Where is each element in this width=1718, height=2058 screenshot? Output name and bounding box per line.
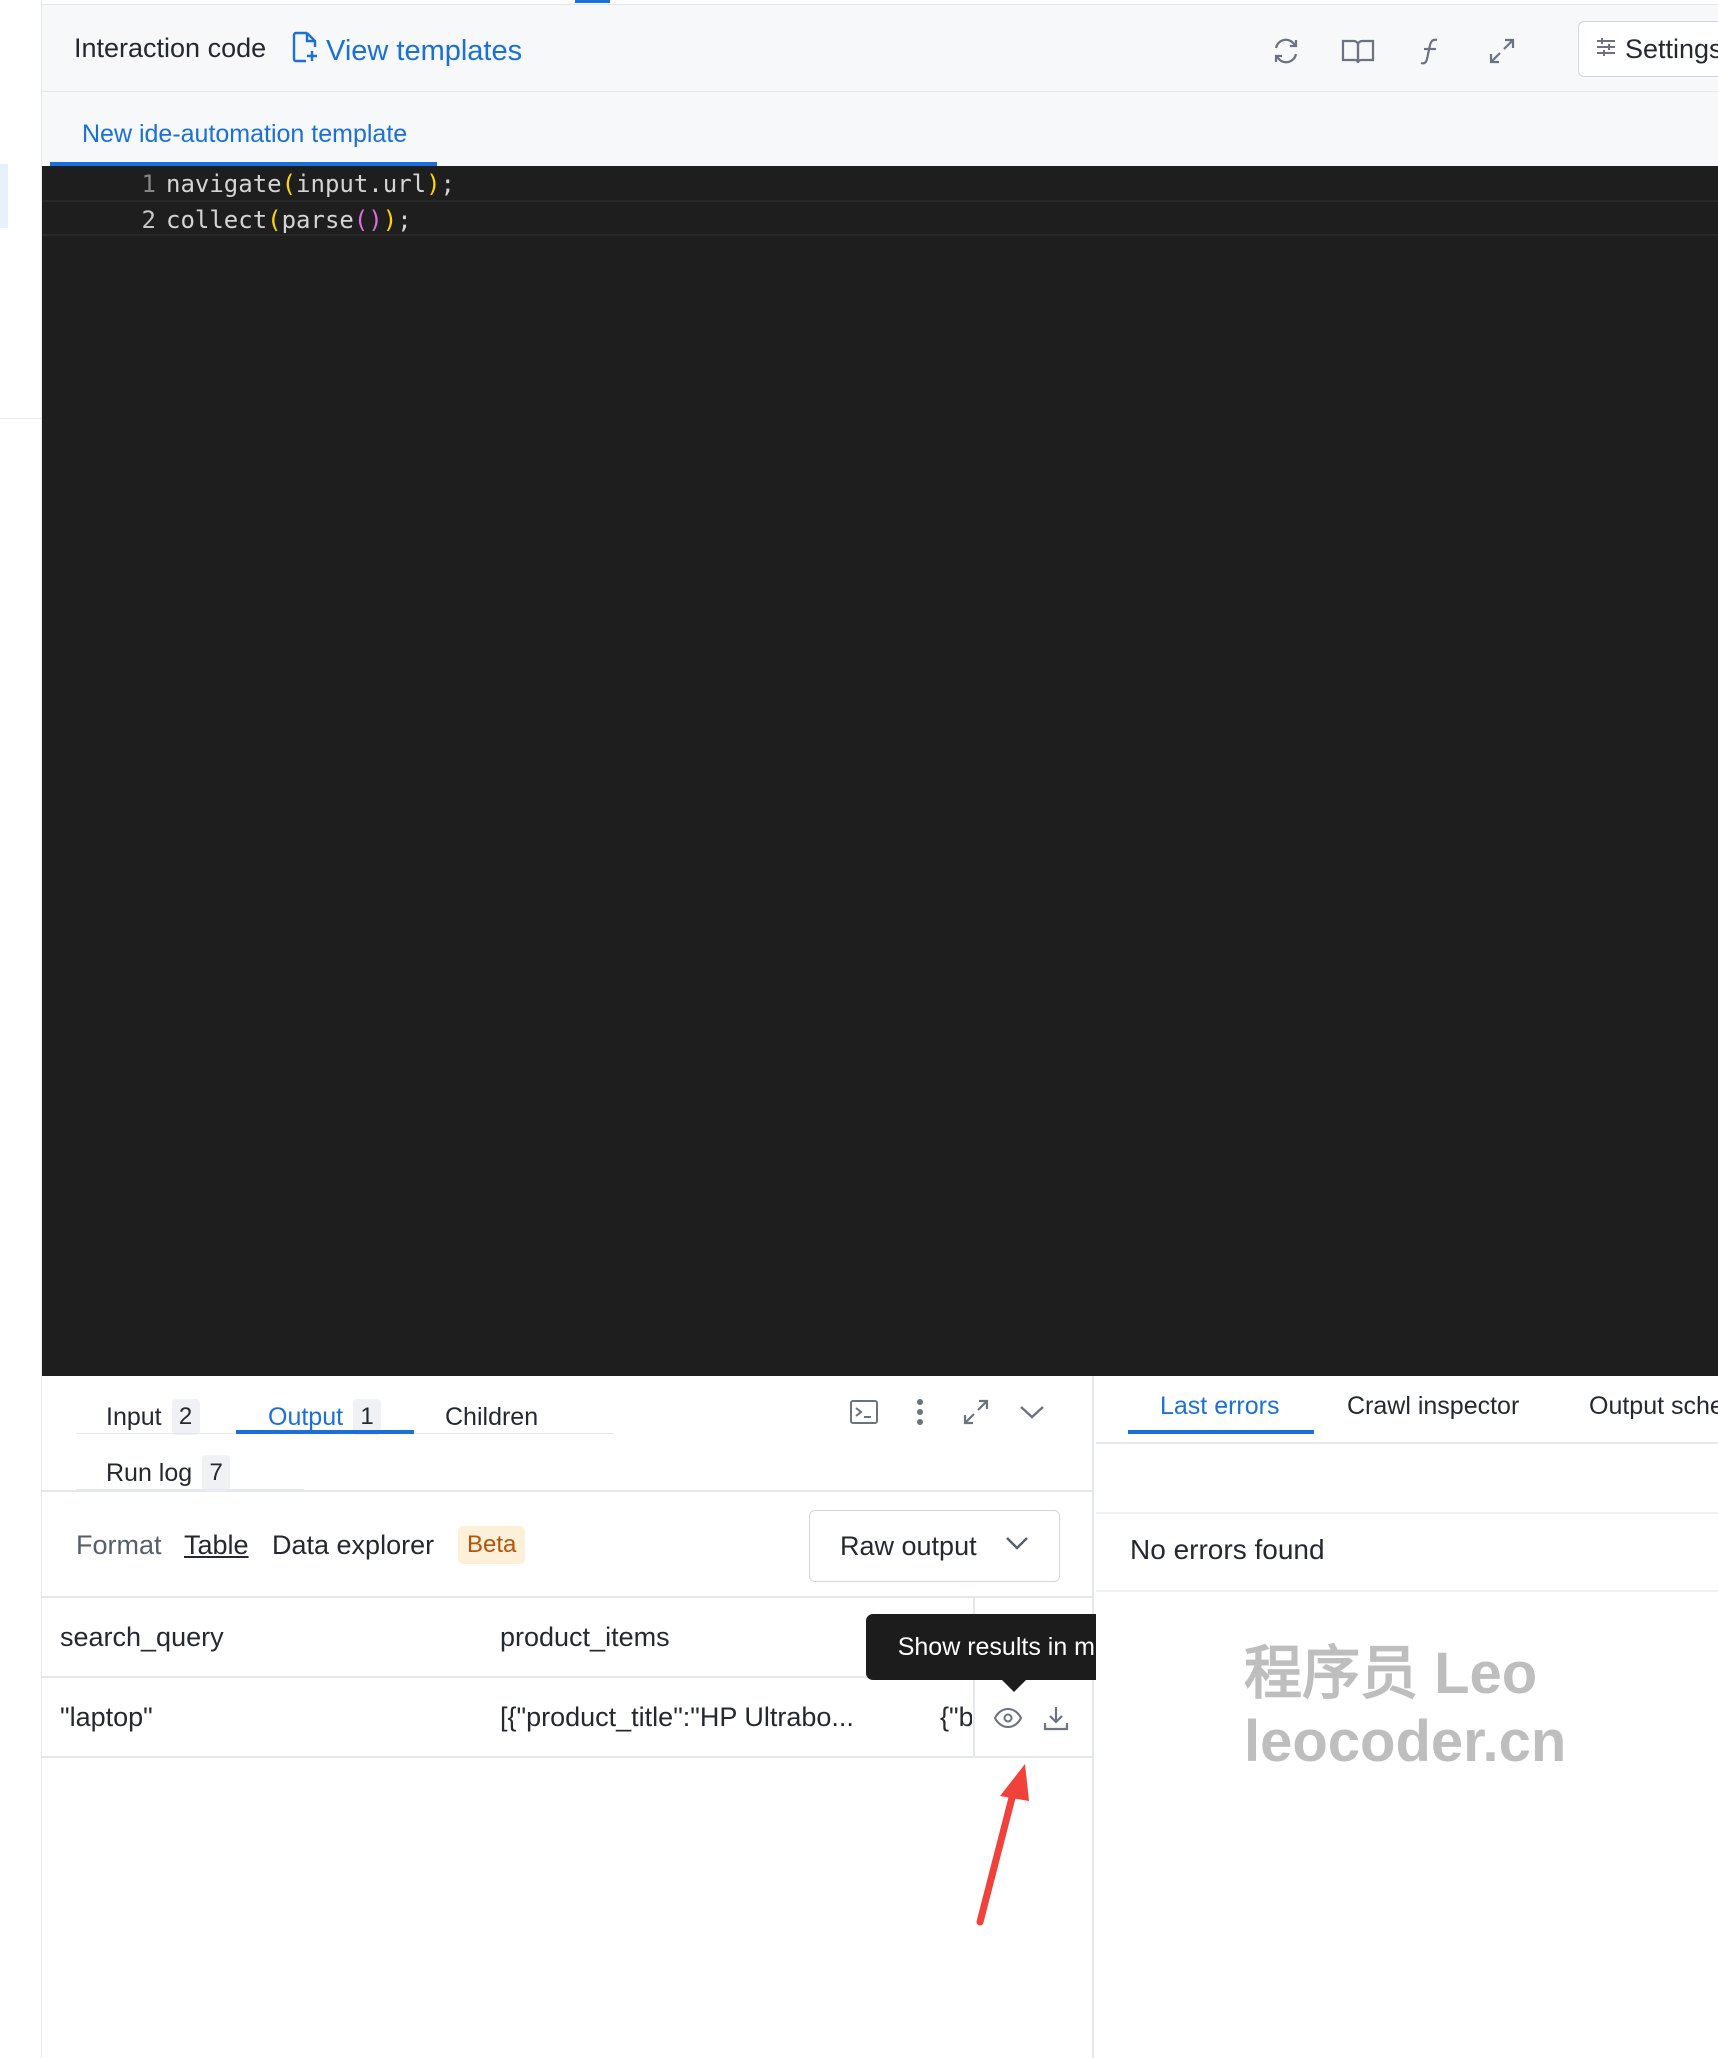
terminal-icon[interactable] [844,1392,884,1432]
book-icon[interactable] [1340,33,1376,69]
output-panel: Input 2 Output 1 Children Run log 7 Form… [42,1376,1094,2058]
chevron-down-icon [1006,1537,1028,1550]
top-tab-indicator [575,0,610,3]
code-line-2: collect(parse()); [166,206,412,234]
tab-row-line [76,1489,304,1490]
view-templates-link[interactable]: View templates [292,31,522,71]
sliders-icon [1595,34,1617,65]
beta-badge: Beta [458,1526,526,1564]
raw-output-label: Raw output [840,1530,977,1561]
settings-label: Settings [1625,33,1718,64]
sidebar-divider [0,418,42,419]
column-header-product-items: product_items [500,1622,670,1652]
tab-run-log-count: 7 [202,1455,231,1491]
editor-line-active[interactable]: 2 collect(parse()); [42,200,1718,236]
active-tab-indicator [236,1430,414,1434]
tab-children-label: Children [445,1402,539,1431]
settings-button[interactable]: Settings [1578,21,1718,77]
watermark-line-2: leocoder.cn [1244,1709,1567,1774]
header-title: Interaction code [74,33,267,63]
table-row[interactable]: "laptop" [{"product_title":"HP Ultrabo..… [42,1678,1094,1758]
expand-panel-icon[interactable] [956,1392,996,1432]
raw-output-dropdown[interactable]: Raw output [809,1510,1060,1582]
refresh-icon[interactable] [1268,33,1304,69]
errors-tabs: Last errors Crawl inspector Output sche [1096,1376,1718,1444]
tab-run-log-label: Run log [106,1458,193,1487]
expand-icon[interactable] [1484,33,1520,69]
code-header: Interaction code View templates Settings [42,4,1718,92]
function-icon[interactable] [1412,33,1448,69]
no-errors-text: No errors found [1130,1534,1325,1565]
column-header-search-query: search_query [60,1622,224,1652]
tab-output[interactable]: Output 1 [268,1390,382,1444]
tab-input[interactable]: Input 2 [106,1390,200,1444]
template-tab-bar: New ide-automation template [42,92,1718,166]
template-file-icon [292,31,318,71]
cell-search-query: "laptop" [60,1702,153,1732]
download-icon[interactable] [1036,1698,1076,1738]
editor-line[interactable]: 1 navigate(input.url); [42,166,1718,202]
line-number: 2 [141,206,156,234]
cell-product-items: [{"product_title":"HP Ultrabo... [500,1702,854,1732]
sidebar-active-marker [0,164,8,228]
code-editor[interactable]: 1 navigate(input.url); 2 collect(parse()… [42,166,1718,1376]
output-tabs: Input 2 Output 1 Children Run log 7 [42,1376,1094,1492]
eye-icon[interactable] [988,1698,1028,1738]
tab-output-schema[interactable]: Output sche [1589,1392,1718,1421]
active-tab-indicator [1128,1430,1314,1434]
format-data-explorer-link[interactable]: Data explorer [272,1530,434,1561]
cell-truncated: {"b [940,1702,972,1732]
watermark-line-1: 程序员 Leo [1244,1641,1538,1706]
view-templates-label: View templates [326,34,523,67]
more-vertical-icon[interactable] [900,1392,940,1432]
format-table-link[interactable]: Table [184,1530,249,1561]
line-number: 1 [141,170,156,198]
tab-crawl-inspector[interactable]: Crawl inspector [1347,1392,1519,1421]
chevron-down-icon[interactable] [1012,1392,1052,1432]
tab-input-label: Input [106,1402,162,1431]
watermark: 程序员 Leo leocoder.cn [1244,1640,1566,1776]
tab-children[interactable]: Children [445,1390,538,1444]
left-sidebar-strip [0,0,42,2058]
tab-input-count: 2 [171,1399,200,1435]
tab-new-template[interactable]: New ide-automation template [50,112,438,166]
errors-list: No errors found [1096,1512,1718,1592]
tab-output-label: Output [268,1402,344,1431]
format-row: Format Table Data explorer Beta Raw outp… [42,1492,1094,1598]
code-line-1: navigate(input.url); [166,170,455,198]
tab-last-errors[interactable]: Last errors [1160,1392,1279,1421]
format-label: Format [76,1530,162,1560]
